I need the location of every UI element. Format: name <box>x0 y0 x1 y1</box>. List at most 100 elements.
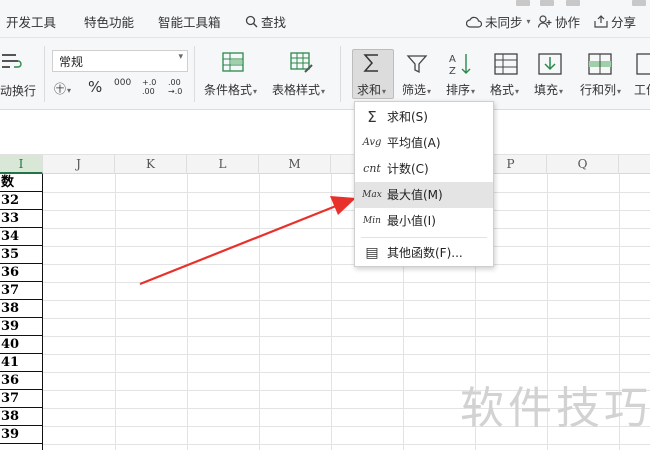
table-style-button[interactable]: 表格样式▾ <box>272 81 325 98</box>
sync-status-button[interactable]: 未同步 ▾ <box>466 12 531 31</box>
table-cell[interactable]: 37 <box>0 390 43 408</box>
menu-item-average[interactable]: Avg 平均值(A) <box>355 130 493 156</box>
min-icon: Min <box>363 216 381 226</box>
window-control[interactable] <box>566 0 580 6</box>
tab-smart-toolbox[interactable]: 智能工具箱 <box>158 12 221 31</box>
table-cell[interactable]: 39 <box>0 426 43 444</box>
ribbon-tab-bar: 开发工具 特色功能 智能工具箱 查找 未同步 ▾ 协作 分享 <box>0 0 650 38</box>
tab-search-label: 查找 <box>261 15 287 30</box>
worksheet-button[interactable]: 工作 <box>634 81 650 98</box>
search-icon <box>245 15 258 28</box>
menu-item-label: 平均值(A) <box>387 136 441 150</box>
average-icon: Avg <box>362 137 382 148</box>
svg-text:Z: Z <box>449 66 456 76</box>
wrap-text-button[interactable]: 动换行 <box>0 82 36 99</box>
table-cell[interactable]: 39 <box>0 318 43 336</box>
percent-button[interactable]: % <box>88 78 102 96</box>
max-icon: Max <box>362 190 382 200</box>
table-cell[interactable]: 34 <box>0 228 43 246</box>
fill-button[interactable]: 填充▾ <box>534 81 563 98</box>
conditional-format-button[interactable]: 条件格式▾ <box>204 81 257 98</box>
sum-label: 求和▾ <box>357 83 387 97</box>
conditional-format-icon <box>222 52 244 72</box>
column-header-row: I J K L M N O P Q <box>0 155 650 174</box>
sort-button[interactable]: 排序▾ <box>446 81 475 98</box>
menu-item-max[interactable]: Max 最大值(M) <box>355 182 493 208</box>
data-column: 数 32 33 34 35 36 37 38 39 40 41 36 37 38… <box>0 174 43 450</box>
table-cell[interactable]: 38 <box>0 408 43 426</box>
worksheet-icon <box>636 53 650 75</box>
window-control[interactable] <box>516 0 530 6</box>
filter-button[interactable]: 筛选▾ <box>402 81 431 98</box>
menu-item-label: 最大值(M) <box>387 188 443 202</box>
sigma-icon <box>363 54 378 72</box>
table-cell[interactable]: 38 <box>0 300 43 318</box>
conditional-format-label: 条件格式 <box>204 83 253 97</box>
format-icon <box>494 53 518 75</box>
decrease-decimal-button[interactable]: .00 →.0 <box>168 78 188 96</box>
tab-developer-tools[interactable]: 开发工具 <box>6 12 56 31</box>
table-cell[interactable]: 33 <box>0 210 43 228</box>
share-icon <box>594 15 608 28</box>
count-icon: cnt <box>363 162 381 175</box>
column-header[interactable]: I <box>0 155 43 174</box>
filter-icon <box>406 55 428 74</box>
share-button[interactable]: 分享 <box>594 12 636 31</box>
formula-bar-area <box>0 110 650 155</box>
column-header[interactable]: K <box>115 155 187 174</box>
sort-icon: AZ <box>449 54 471 76</box>
collaborate-label: 协作 <box>555 15 581 30</box>
number-format-value: 常规 <box>59 55 84 69</box>
tab-special-features[interactable]: 特色功能 <box>84 12 134 31</box>
row-column-icon <box>588 53 612 75</box>
cloud-icon <box>466 16 482 28</box>
format-button[interactable]: 格式▾ <box>490 81 519 98</box>
table-cell[interactable]: 36 <box>0 264 43 282</box>
user-plus-icon <box>538 15 552 28</box>
sum-label-text: 求和 <box>357 83 382 97</box>
sync-status-label: 未同步 <box>485 15 523 30</box>
number-format-select[interactable]: 常规 ▾ <box>52 50 188 72</box>
fill-label: 填充 <box>534 83 559 97</box>
thousands-separator-button[interactable]: 000 <box>114 78 131 88</box>
chevron-down-icon: ▾ <box>526 17 531 26</box>
increase-decimal-button[interactable]: +.0 .00 <box>142 78 162 96</box>
sort-label: 排序 <box>446 83 471 97</box>
table-cell[interactable]: 36 <box>0 372 43 390</box>
table-style-label: 表格样式 <box>272 83 321 97</box>
table-cell[interactable]: 41 <box>0 354 43 372</box>
svg-text:A: A <box>449 54 456 65</box>
fill-icon <box>538 53 562 75</box>
table-style-icon <box>290 52 313 73</box>
row-column-button[interactable]: 行和列▾ <box>580 81 621 98</box>
tab-search[interactable]: 查找 <box>245 12 286 31</box>
chevron-down-icon: ▾ <box>178 52 183 62</box>
share-label: 分享 <box>611 15 637 30</box>
column-header[interactable]: Q <box>547 155 619 174</box>
collaborate-button[interactable]: 协作 <box>538 12 580 31</box>
menu-item-label: 其他函数(F)... <box>387 246 463 260</box>
currency-button[interactable]: ㊉▾ <box>54 80 71 97</box>
menu-item-count[interactable]: cnt 计数(C) <box>355 156 493 182</box>
column-header[interactable]: J <box>43 155 115 174</box>
table-cell[interactable]: 37 <box>0 282 43 300</box>
watermark-text: 软件技巧 <box>460 383 650 434</box>
sigma-icon: Σ <box>367 108 377 126</box>
table-cell[interactable]: 35 <box>0 246 43 264</box>
table-cell[interactable]: 40 <box>0 336 43 354</box>
menu-item-label: 求和(S) <box>387 110 428 124</box>
column-header[interactable]: M <box>259 155 331 174</box>
function-list-icon: ▤ <box>365 245 379 261</box>
table-cell[interactable]: 32 <box>0 192 43 210</box>
sum-dropdown-menu: Σ 求和(S) Avg 平均值(A) cnt 计数(C) Max 最大值(M) … <box>354 101 494 267</box>
wrap-text-icon <box>2 54 22 68</box>
filter-label: 筛选 <box>402 83 427 97</box>
menu-item-label: 最小值(I) <box>387 214 436 228</box>
table-cell[interactable]: 数 <box>0 174 43 192</box>
menu-item-min[interactable]: Min 最小值(I) <box>355 208 493 234</box>
column-header[interactable]: L <box>187 155 259 174</box>
window-control[interactable] <box>632 0 646 6</box>
window-control[interactable] <box>540 0 554 6</box>
menu-item-more-functions[interactable]: ▤ 其他函数(F)... <box>355 240 493 266</box>
menu-item-sum[interactable]: Σ 求和(S) <box>355 104 493 130</box>
